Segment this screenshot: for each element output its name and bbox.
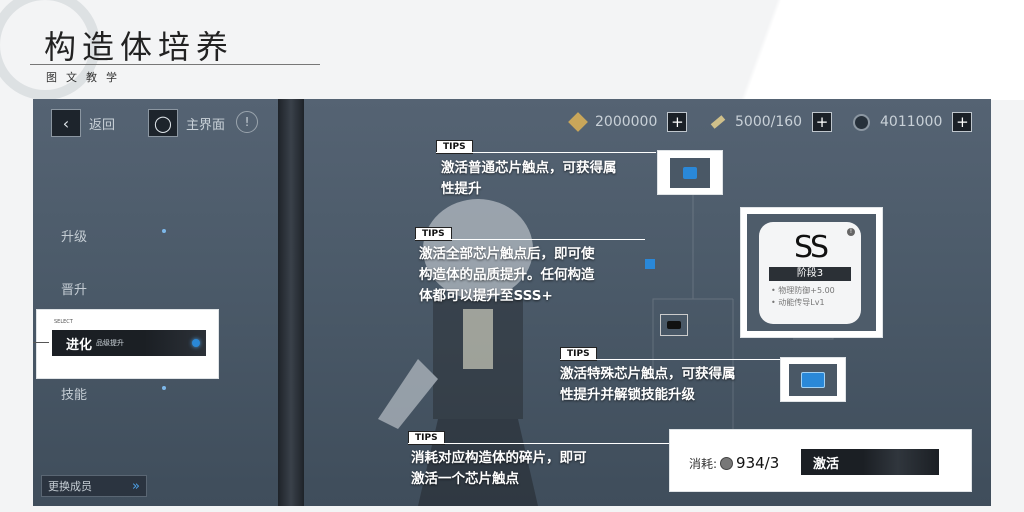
tips-text-1: 激活普通芯片触点，可获得属 性提升 xyxy=(441,160,617,197)
cost-display: 消耗: 934/3 xyxy=(689,454,779,472)
tips-text-2: 激活全部芯片触点后，即可使 构造体的品质提升。任何构造 体都可以提升至SSS+ xyxy=(419,246,595,304)
select-tag: SELECT xyxy=(54,319,73,325)
tips-underline-3 xyxy=(560,359,780,360)
normal-chip-icon xyxy=(683,166,697,179)
fragment-icon xyxy=(720,456,734,470)
chip-node-small-icon[interactable] xyxy=(645,259,655,269)
crystal-value: 4011000 xyxy=(880,114,943,130)
info-icon[interactable]: ! xyxy=(236,111,258,133)
page-title: 构造体培养 xyxy=(44,28,235,66)
evolve-sublabel: 品级提升 xyxy=(96,339,125,347)
rank-letters: SS xyxy=(793,230,829,265)
add-crystal-button[interactable]: + xyxy=(952,112,973,132)
tips-text-4: 消耗对应构造体的碎片，即可 激活一个芯片触点 xyxy=(411,450,587,487)
home-button[interactable]: ◯ 主界面 xyxy=(148,109,225,137)
select-connector-line xyxy=(33,342,49,343)
rank-card-frame: SS 阶段3 • 物理防御+5.00 • 动能传导Lv1 ! xyxy=(741,208,882,337)
coin-value: 2000000 xyxy=(595,114,658,130)
rank-info-icon[interactable]: ! xyxy=(847,228,855,236)
add-stamina-button[interactable]: + xyxy=(812,112,833,132)
resource-stamina: 5000/160 + xyxy=(710,112,833,132)
tips-underline-2 xyxy=(415,239,645,240)
rank-stage-label: 阶段3 xyxy=(769,267,851,281)
skill-indicator-dot xyxy=(162,386,166,390)
header-divider xyxy=(30,64,320,65)
sidebar-item-promote[interactable]: 晋升 xyxy=(61,279,87,298)
stamina-icon xyxy=(710,115,726,129)
sidebar-item-upgrade[interactable]: 升级 xyxy=(61,226,87,245)
activate-panel: 消耗: 934/3 激活 xyxy=(670,430,971,491)
cost-label: 消耗: xyxy=(689,456,718,471)
tips-underline-1 xyxy=(436,152,656,153)
upgrade-indicator-dot xyxy=(162,229,166,233)
resource-coin: 2000000 + xyxy=(568,112,688,132)
activate-button-label: 激活 xyxy=(813,456,840,472)
rank-card: SS 阶段3 • 物理防御+5.00 • 动能传导Lv1 ! xyxy=(759,222,861,324)
back-label: 返回 xyxy=(89,117,116,133)
tips-text-3: 激活特殊芯片触点，可获得属 性提升并解锁技能升级 xyxy=(560,366,736,403)
special-chip-preview xyxy=(781,358,845,401)
add-coin-button[interactable]: + xyxy=(667,112,688,132)
sidebar-item-skill[interactable]: 技能 xyxy=(61,384,87,403)
page-subtitle: 图文教学 xyxy=(46,71,126,84)
header-slant-decoration xyxy=(640,0,1024,100)
activate-button[interactable]: 激活 xyxy=(801,449,939,475)
home-ring-icon: ◯ xyxy=(148,109,178,137)
coin-icon xyxy=(568,112,588,132)
cost-value: 934/3 xyxy=(736,454,780,472)
chevron-left-icon: ‹ xyxy=(51,109,81,137)
double-chevron-right-icon: » xyxy=(132,478,140,494)
switch-member-label: 更换成员 xyxy=(48,480,92,493)
evolve-label: 进化 xyxy=(66,337,93,353)
special-chip-icon xyxy=(801,371,825,388)
normal-chip-preview xyxy=(658,151,722,194)
stamina-value: 5000/160 xyxy=(735,114,803,130)
weapon-staff-image xyxy=(278,99,304,506)
resource-crystal: 4011000 + xyxy=(853,112,973,132)
rank-bonus-list: • 物理防御+5.00 • 动能传导Lv1 xyxy=(771,286,835,307)
back-button[interactable]: ‹ 返回 xyxy=(51,109,115,137)
tips-underline-4 xyxy=(408,443,670,444)
home-label: 主界面 xyxy=(186,117,226,133)
selected-indicator-icon xyxy=(192,339,200,347)
switch-member-button[interactable]: 更换成员 » xyxy=(41,475,147,497)
sidebar-item-evolve[interactable]: 进化 品级提升 xyxy=(52,330,206,356)
crystal-icon xyxy=(853,113,870,131)
chip-node-locked-icon[interactable] xyxy=(660,314,688,336)
